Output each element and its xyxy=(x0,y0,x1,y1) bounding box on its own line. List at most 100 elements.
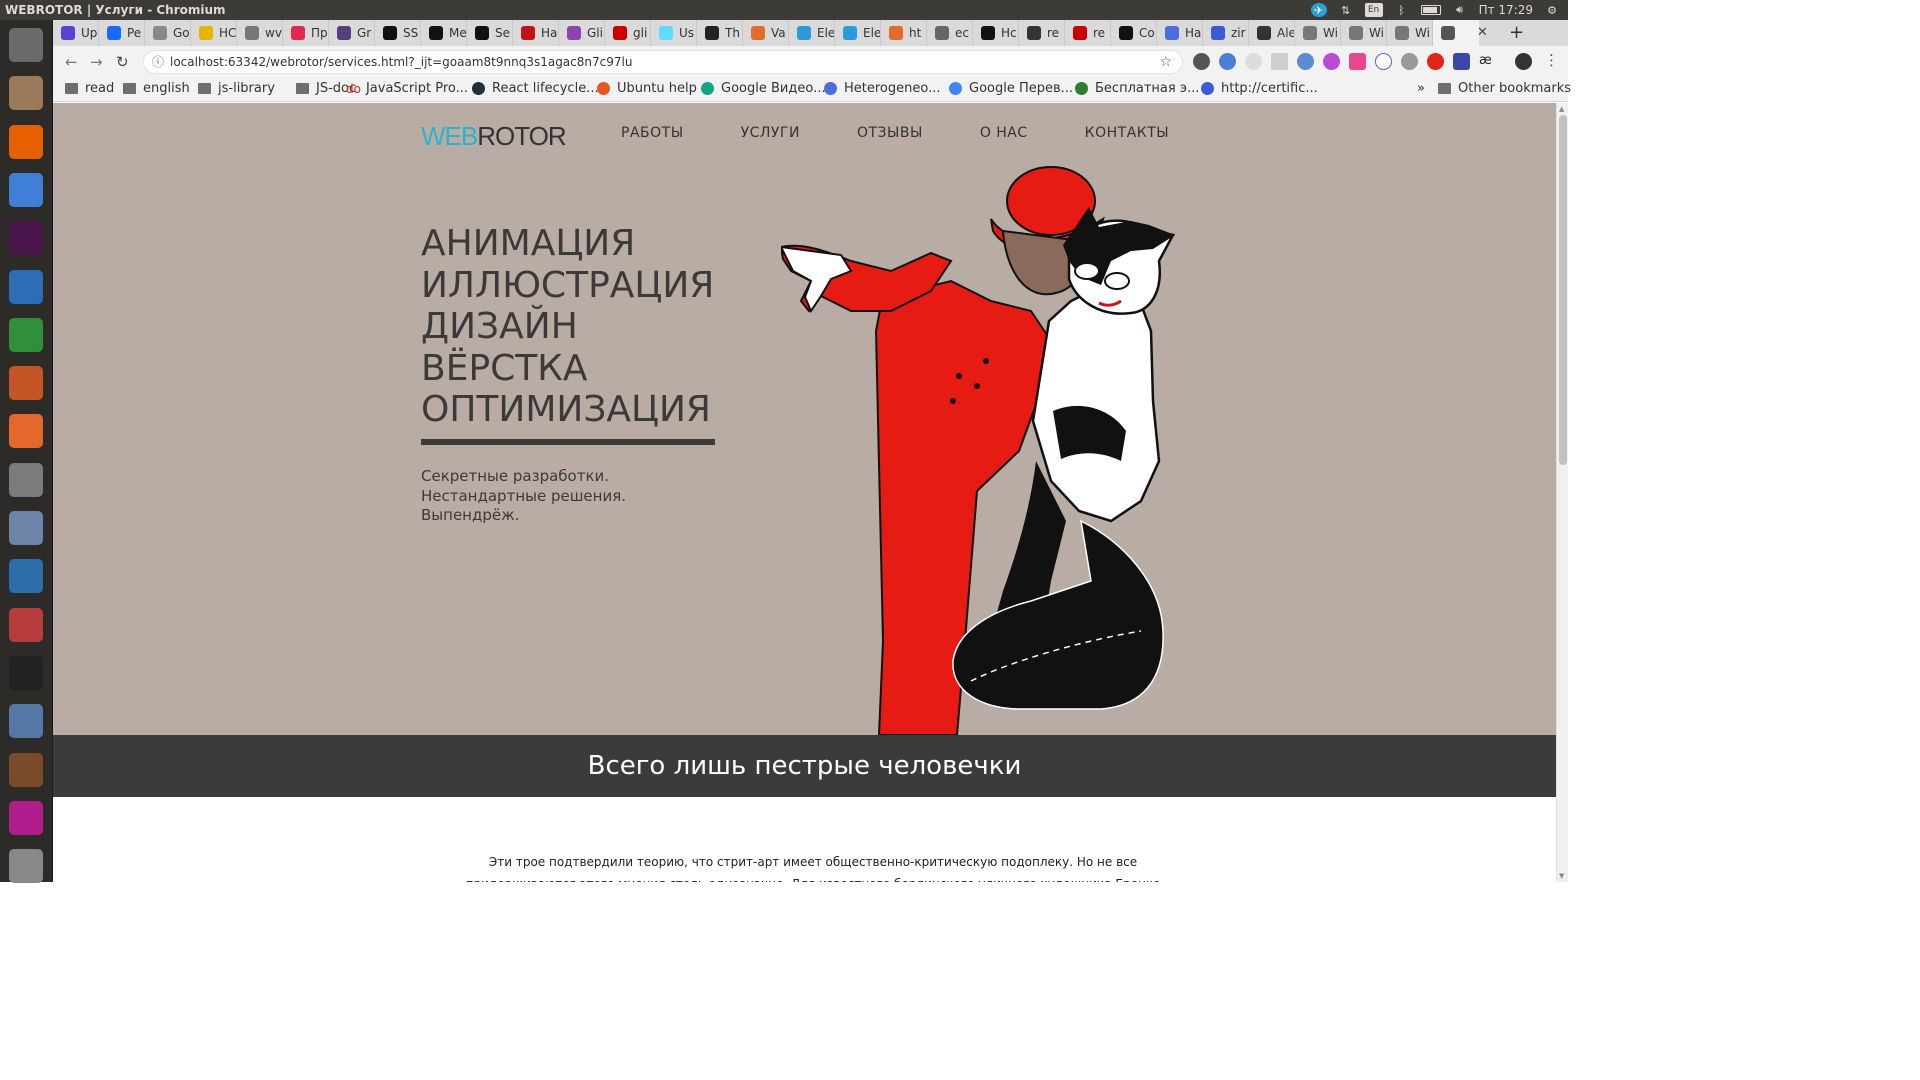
browser-tab[interactable]: Wi xyxy=(1387,20,1433,46)
browser-tab[interactable]: Wi xyxy=(1295,20,1341,46)
launcher-app-button[interactable] xyxy=(5,72,47,114)
bookmark-item[interactable]: React lifecycle... xyxy=(472,81,599,96)
browser-tab[interactable]: Ele xyxy=(789,20,835,46)
clock[interactable]: Пт 17:29 xyxy=(1479,3,1533,17)
bluetooth-icon[interactable]: ᛒ xyxy=(1394,3,1410,17)
browser-tab[interactable]: Co xyxy=(1111,20,1157,46)
profile-avatar[interactable] xyxy=(1515,53,1532,70)
battery-icon[interactable] xyxy=(1420,5,1441,15)
bookmark-item[interactable]: english xyxy=(123,81,190,96)
extension-opera-icon[interactable] xyxy=(1427,53,1444,70)
extension-blue-icon[interactable] xyxy=(1219,53,1236,70)
browser-tab[interactable]: ec xyxy=(927,20,973,46)
extension-pen-icon[interactable] xyxy=(1297,53,1314,70)
extension-clock-icon[interactable] xyxy=(1245,53,1262,70)
launcher-app-button[interactable] xyxy=(5,507,47,549)
site-logo[interactable]: WEBROTOR xyxy=(421,121,567,152)
power-gear-icon[interactable]: ⚙ xyxy=(1544,3,1560,17)
browser-tab[interactable]: SS xyxy=(375,20,421,46)
browser-tab[interactable]: Пр xyxy=(283,20,329,46)
launcher-app-button[interactable] xyxy=(5,604,47,646)
bookmark-item[interactable]: read xyxy=(65,81,114,96)
extension-pink-icon[interactable] xyxy=(1349,53,1366,70)
browser-tab[interactable]: Se xyxy=(467,20,513,46)
browser-tab[interactable]: Ele xyxy=(835,20,881,46)
browser-tab[interactable]: zir xyxy=(1203,20,1249,46)
bookmark-item[interactable]: Ubuntu help xyxy=(597,81,697,96)
address-bar[interactable]: ⓘ localhost:63342/webrotor/services.html… xyxy=(143,50,1183,74)
network-arrows-icon[interactable]: ⇅ xyxy=(1338,3,1354,17)
nav-link[interactable]: КОНТАКТЫ xyxy=(1085,125,1169,141)
bookmarks-overflow-chevron[interactable]: » xyxy=(1417,81,1425,96)
browser-tab[interactable]: re xyxy=(1019,20,1065,46)
browser-tab[interactable]: Pe xyxy=(99,20,145,46)
scrollbar-thumb[interactable] xyxy=(1559,115,1567,465)
active-browser-tab[interactable] xyxy=(1433,20,1479,46)
launcher-app-button[interactable] xyxy=(5,749,47,791)
browser-menu-icon[interactable]: ⋮ xyxy=(1544,51,1559,69)
launcher-app-button[interactable] xyxy=(5,459,47,501)
scroll-down-arrow-icon[interactable]: ▼ xyxy=(1559,872,1564,880)
new-tab-button[interactable]: + xyxy=(1509,22,1524,43)
browser-tab[interactable]: Ale xyxy=(1249,20,1295,46)
forward-arrow-icon[interactable]: → xyxy=(90,53,103,71)
extension-house-icon[interactable] xyxy=(1453,53,1470,70)
nav-link[interactable]: О НАС xyxy=(980,125,1028,141)
browser-tab[interactable]: Go xyxy=(145,20,191,46)
extension-dark-mode-icon[interactable] xyxy=(1193,53,1210,70)
other-bookmarks[interactable]: Other bookmarks xyxy=(1438,81,1571,96)
page-scrollbar[interactable]: ▲ ▼ xyxy=(1556,103,1568,882)
extension-ae-icon[interactable]: æ xyxy=(1479,53,1496,70)
launcher-app-button[interactable] xyxy=(5,797,47,839)
browser-tab[interactable]: Th xyxy=(697,20,743,46)
active-tab-close-icon[interactable]: ✕ xyxy=(1477,25,1488,40)
bookmark-star-icon[interactable]: ☆ xyxy=(1159,51,1172,73)
launcher-app-button[interactable] xyxy=(5,362,47,404)
launcher-app-button[interactable] xyxy=(5,410,47,452)
volume-icon[interactable]: 🔊︎ xyxy=(1452,3,1468,17)
url-text[interactable]: localhost:63342/webrotor/services.html?_… xyxy=(170,55,632,69)
bookmark-item[interactable]: do JavaScript Pro... xyxy=(346,81,468,96)
browser-tab[interactable]: Us xyxy=(651,20,697,46)
browser-tab[interactable]: HC xyxy=(191,20,237,46)
keyboard-layout-indicator[interactable]: En xyxy=(1364,3,1383,17)
launcher-app-button[interactable] xyxy=(5,314,47,356)
launcher-app-button[interactable] xyxy=(5,24,47,66)
site-info-icon[interactable]: ⓘ xyxy=(152,51,164,73)
scroll-up-arrow-icon[interactable]: ▲ xyxy=(1559,105,1564,113)
browser-tab[interactable]: Ha xyxy=(1157,20,1203,46)
browser-tab[interactable]: Me xyxy=(421,20,467,46)
telegram-icon[interactable]: ✈ xyxy=(1310,3,1327,17)
browser-tab[interactable]: Va xyxy=(743,20,789,46)
browser-tab[interactable]: Up xyxy=(53,20,99,46)
nav-link[interactable]: УСЛУГИ xyxy=(741,125,800,141)
nav-link[interactable]: РАБОТЫ xyxy=(621,125,684,141)
launcher-app-button[interactable] xyxy=(5,266,47,308)
launcher-app-button[interactable] xyxy=(5,169,47,211)
bookmark-item[interactable]: Google Перев... xyxy=(949,81,1073,96)
extension-grid-icon[interactable] xyxy=(1271,53,1288,70)
launcher-app-button[interactable] xyxy=(5,652,47,694)
browser-tab[interactable]: wv xyxy=(237,20,283,46)
browser-tab[interactable]: Wi xyxy=(1341,20,1387,46)
reload-icon[interactable]: ↻ xyxy=(116,53,129,71)
bookmark-item[interactable]: js-library xyxy=(198,81,275,96)
back-arrow-icon[interactable]: ← xyxy=(65,53,78,71)
bookmark-item[interactable]: Бесплатная э... xyxy=(1075,81,1199,96)
extension-color-picker-icon[interactable] xyxy=(1323,53,1340,70)
bookmark-item[interactable]: Heterogeneo... xyxy=(824,81,941,96)
browser-tab[interactable]: Gli xyxy=(559,20,605,46)
browser-tab[interactable]: Ha xyxy=(513,20,559,46)
bookmark-item[interactable]: Google Видео... xyxy=(701,81,826,96)
extension-a-icon[interactable] xyxy=(1375,53,1392,70)
browser-tab[interactable]: Gr xyxy=(329,20,375,46)
nav-link[interactable]: ОТЗЫВЫ xyxy=(857,125,923,141)
launcher-app-button[interactable] xyxy=(5,555,47,597)
browser-tab[interactable]: gli xyxy=(605,20,651,46)
launcher-app-button[interactable] xyxy=(5,121,47,163)
browser-tab[interactable]: re xyxy=(1065,20,1111,46)
browser-tab[interactable]: ht xyxy=(881,20,927,46)
launcher-app-button[interactable] xyxy=(5,217,47,259)
extension-shield-icon[interactable] xyxy=(1401,53,1418,70)
bookmark-item[interactable]: http://certific... xyxy=(1201,81,1318,96)
